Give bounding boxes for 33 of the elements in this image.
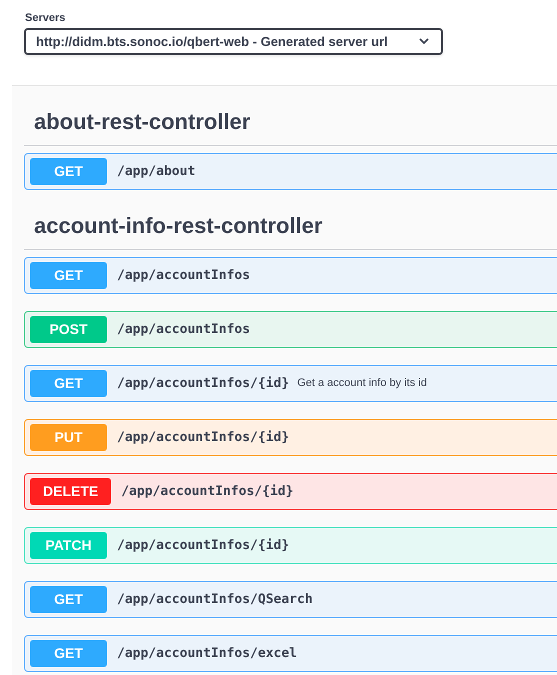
operation-row[interactable]: GET /app/accountInfos/QSearch [24, 581, 557, 618]
operation-row[interactable]: GET /app/accountInfos/excel [24, 635, 557, 672]
method-badge: POST [30, 316, 107, 343]
endpoint-path: /app/accountInfos/{id} [117, 536, 290, 555]
method-badge: PUT [30, 424, 107, 451]
endpoint-path: /app/about [117, 162, 196, 181]
method-badge: GET [30, 586, 107, 613]
method-badge: GET [30, 158, 107, 185]
method-badge: PATCH [30, 532, 107, 559]
method-badge: DELETE [30, 478, 112, 505]
method-badge: GET [30, 370, 107, 397]
endpoint-path: /app/accountInfos [117, 266, 250, 285]
section-heading[interactable]: account-info-rest-controller [24, 212, 322, 249]
operation-row[interactable]: PUT /app/accountInfos/{id} [24, 419, 557, 456]
operation-row[interactable]: POST /app/accountInfos [24, 311, 557, 348]
endpoint-path: /app/accountInfos [117, 320, 250, 339]
endpoint-path: /app/accountInfos/{id} [117, 428, 290, 447]
endpoint-path: /app/accountInfos/QSearch [117, 590, 313, 609]
operation-row[interactable]: GET /app/accountInfos/{id} Get a account info by its id [24, 365, 557, 402]
operation-row[interactable]: GET /app/about [24, 153, 557, 190]
operation-row[interactable]: PATCH /app/accountInfos/{id} [24, 527, 557, 564]
endpoint-path: /app/accountInfos/excel [117, 644, 298, 663]
servers-label: Servers [25, 11, 66, 25]
chevron-down-icon [419, 38, 429, 45]
section-heading[interactable]: about-rest-controller [24, 108, 250, 145]
endpoint-path: /app/accountInfos/{id} [117, 374, 290, 393]
operation-row[interactable]: DELETE /app/accountInfos/{id} [24, 473, 557, 510]
endpoint-path: /app/accountInfos/{id} [121, 482, 294, 501]
method-badge: GET [30, 640, 107, 667]
server-select[interactable]: http://didm.bts.sonoc.io/qbert-web - Generated server url [24, 28, 443, 55]
operation-summary: Get a account info by its id [297, 376, 427, 392]
operation-row[interactable]: GET /app/accountInfos [24, 257, 557, 294]
method-badge: GET [30, 262, 107, 289]
